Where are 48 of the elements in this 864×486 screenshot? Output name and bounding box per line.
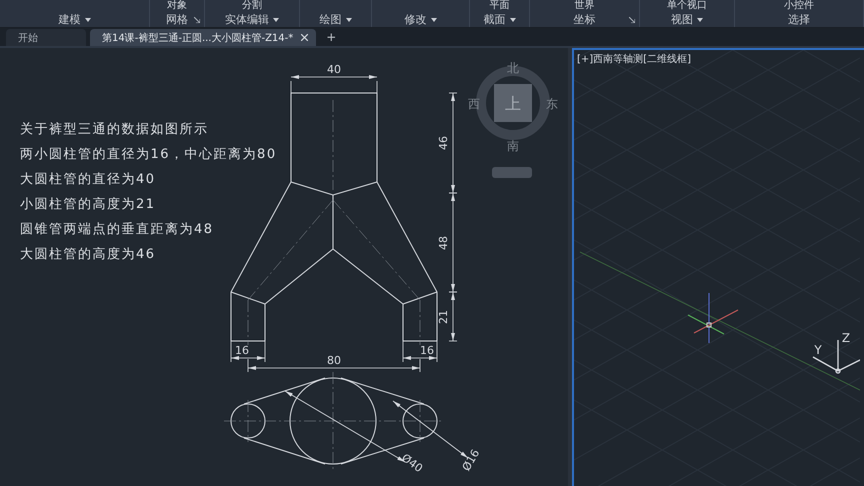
panel-title[interactable]: 视图 xyxy=(671,12,693,28)
caret-icon[interactable] xyxy=(273,18,279,22)
panel-title[interactable]: 截面 xyxy=(484,12,506,28)
note-text: 大圆柱管的高度为46 xyxy=(20,246,157,263)
panel-title[interactable]: 修改 xyxy=(404,12,426,28)
note-text: 小圆柱管的高度为21 xyxy=(20,196,157,213)
panel-launcher-icon[interactable] xyxy=(194,17,200,23)
caret-icon[interactable] xyxy=(346,18,352,22)
ribbon-tool-label[interactable]: 分割 xyxy=(242,0,262,11)
compass-label[interactable]: 南 xyxy=(507,139,519,153)
dimension-text: 48 xyxy=(437,236,450,250)
ribbon-tool-label[interactable]: 世界 xyxy=(574,0,594,11)
dimension-text: 40 xyxy=(327,63,341,76)
ribbon-tool-label[interactable]: 平面 xyxy=(490,0,510,11)
caret-icon[interactable] xyxy=(84,18,90,22)
dimension-text: 16 xyxy=(420,344,434,357)
viewport-label[interactable]: [+]西南等轴测[二维线框] xyxy=(577,52,691,66)
compass-label[interactable]: 东 xyxy=(546,97,558,111)
compass-label[interactable]: 西 xyxy=(468,97,480,111)
ribbon-tool-label[interactable]: 单个视口 xyxy=(667,0,707,11)
note-text: 圆锥管两端点的垂直距离为48 xyxy=(20,221,215,238)
file-tab[interactable]: 开始 xyxy=(6,29,86,46)
crosshair-cursor-icon xyxy=(688,292,738,344)
ribbon-tool-label[interactable]: 小控件 xyxy=(784,0,814,11)
caret-icon[interactable] xyxy=(430,18,436,22)
axis-label: Y xyxy=(814,343,822,357)
panel-title[interactable]: 绘图 xyxy=(320,12,342,28)
note-text: 大圆柱管的直径为40 xyxy=(20,171,157,188)
dimension-text: Ø40 xyxy=(399,451,426,476)
panel-title[interactable]: 建模 xyxy=(58,12,80,28)
panel-title[interactable]: 实体编辑 xyxy=(225,12,269,28)
dimension-text: 46 xyxy=(437,136,450,150)
caret-icon[interactable] xyxy=(697,18,703,22)
ribbon-tool-label[interactable]: 对象 xyxy=(167,0,187,11)
dimension-text: 21 xyxy=(437,310,450,324)
caret-icon[interactable] xyxy=(510,18,516,22)
panel-title[interactable]: 坐标 xyxy=(574,12,596,28)
dimension-text: 80 xyxy=(327,354,341,367)
panel-launcher-icon[interactable] xyxy=(629,17,635,23)
panel-title[interactable]: 网格 xyxy=(166,12,188,28)
file-tab[interactable]: 第14课-裤型三通-正圆...大小圆柱管-Z14-* xyxy=(90,29,316,46)
note-text: 关于裤型三通的数据如图所示 xyxy=(20,121,210,138)
close-icon[interactable] xyxy=(301,34,308,41)
dimension-text: 16 xyxy=(235,344,249,357)
axis-label: Z xyxy=(842,331,850,345)
panel-title[interactable]: 选择 xyxy=(788,12,810,28)
note-text: 两小圆柱管的直径为16，中心距离为80 xyxy=(20,146,277,163)
new-tab-button[interactable]: + xyxy=(320,30,342,44)
